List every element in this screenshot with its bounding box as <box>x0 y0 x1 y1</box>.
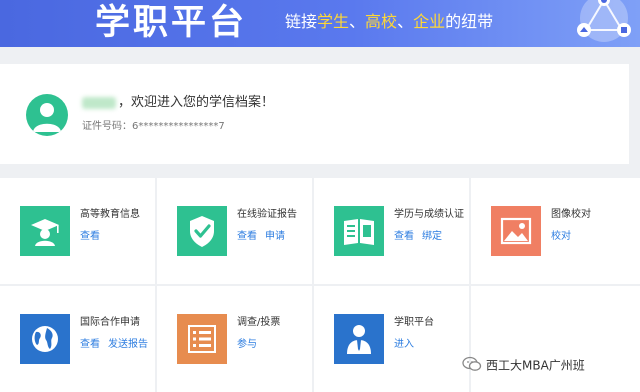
service-title: 在线验证报告 <box>237 209 297 220</box>
bind-link[interactable]: 绑定 <box>422 231 442 242</box>
service-card-international-cooperation[interactable]: 国际合作申请 查看 发送报告 <box>0 286 155 392</box>
slogan-highlight-students: 学生 <box>317 12 350 31</box>
empty-card <box>471 286 640 392</box>
send-report-link[interactable]: 发送报告 <box>108 339 148 350</box>
profile-card: ，欢迎进入您的学信档案！ 证件号码：6****************7 <box>0 64 629 164</box>
service-title: 调查/投票 <box>237 317 281 328</box>
certificate-icon <box>334 206 384 256</box>
service-links: 查看 申请 <box>237 230 293 244</box>
view-link[interactable]: 查看 <box>237 231 257 242</box>
service-card-online-verification[interactable]: 在线验证报告 查看 申请 <box>157 178 312 284</box>
slogan-separator: 、 <box>397 12 414 31</box>
service-card-career-platform[interactable]: 学职平台 进入 <box>314 286 469 392</box>
id-label: 证件号码： <box>82 121 132 132</box>
service-card-survey-vote[interactable]: 调查/投票 参与 <box>157 286 312 392</box>
service-links: 进入 <box>394 338 422 352</box>
banner-slogan: 链接学生、高校、企业的纽带 <box>285 12 493 32</box>
user-avatar-icon <box>26 94 68 136</box>
service-title: 学历与成绩认证 <box>394 209 464 220</box>
globe-icon <box>20 314 70 364</box>
service-title: 高等教育信息 <box>80 209 140 220</box>
service-links: 校对 <box>551 230 579 244</box>
service-card-higher-education[interactable]: 高等教育信息 查看 <box>0 178 155 284</box>
platform-network-logo-icon <box>568 0 638 47</box>
image-icon <box>491 206 541 256</box>
apply-link[interactable]: 申请 <box>265 231 285 242</box>
view-link[interactable]: 查看 <box>394 231 414 242</box>
slogan-highlight-universities: 高校 <box>365 12 398 31</box>
top-banner: 学职平台 链接学生、高校、企业的纽带 <box>0 0 640 47</box>
slogan-part: 链接 <box>285 12 318 31</box>
id-number-line: 证件号码：6****************7 <box>82 120 225 134</box>
service-title: 图像校对 <box>551 209 591 220</box>
proofread-link[interactable]: 校对 <box>551 231 571 242</box>
slogan-separator: 、 <box>349 12 366 31</box>
service-title: 国际合作申请 <box>80 317 140 328</box>
graduate-icon <box>20 206 70 256</box>
service-links: 查看 发送报告 <box>80 338 156 352</box>
shield-check-icon <box>177 206 227 256</box>
view-link[interactable]: 查看 <box>80 339 100 350</box>
wechat-watermark: 西工大MBA广州班 <box>462 356 585 376</box>
slogan-part: 的纽带 <box>445 12 494 31</box>
service-card-degree-certification[interactable]: 学历与成绩认证 查看 绑定 <box>314 178 469 284</box>
view-link[interactable]: 查看 <box>80 231 100 242</box>
service-card-image-proofreading[interactable]: 图像校对 校对 <box>471 178 640 284</box>
survey-list-icon <box>177 314 227 364</box>
enter-link[interactable]: 进入 <box>394 339 414 350</box>
service-links: 查看 <box>80 230 108 244</box>
service-title: 学职平台 <box>394 317 434 328</box>
banner-brand-title: 学职平台 <box>95 3 248 43</box>
blurred-username <box>82 96 116 109</box>
wechat-icon <box>462 356 482 376</box>
id-value: 6****************7 <box>132 121 225 132</box>
welcome-message: ，欢迎进入您的学信档案！ <box>82 94 274 112</box>
career-icon <box>334 314 384 364</box>
service-links: 查看 绑定 <box>394 230 450 244</box>
participate-link[interactable]: 参与 <box>237 339 257 350</box>
welcome-text: ，欢迎进入您的学信档案！ <box>118 95 275 110</box>
slogan-highlight-companies: 企业 <box>413 12 446 31</box>
watermark-text: 西工大MBA广州班 <box>486 358 585 373</box>
service-links: 参与 <box>237 338 265 352</box>
